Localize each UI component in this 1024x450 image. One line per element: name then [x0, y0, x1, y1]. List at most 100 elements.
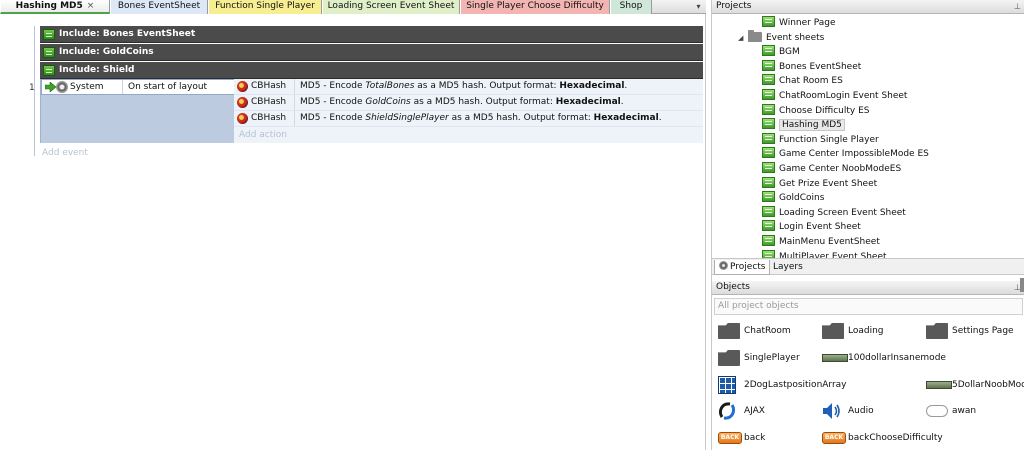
objects-search-input[interactable]: All project objects: [714, 298, 1023, 315]
tree-item[interactable]: Hashing MD5: [762, 118, 845, 132]
event-sheet-icon: [762, 162, 775, 173]
folder-icon: [718, 350, 740, 366]
array-grid-icon: [718, 376, 736, 394]
action-format: Hexadecimal: [555, 97, 621, 107]
expand-triangle-icon[interactable]: ◢: [738, 31, 748, 45]
tree-item[interactable]: MultiPlayer Event Sheet: [762, 249, 887, 258]
tab-shop[interactable]: Shop: [610, 0, 652, 14]
tree-item[interactable]: Winner Page: [762, 16, 836, 30]
tab-single-player-choose-difficulty[interactable]: Single Player Choose Difficulty: [460, 0, 610, 14]
action-param: GoldCoins: [365, 97, 411, 107]
action-text-prefix: MD5 - Encode: [300, 97, 366, 107]
object-label: 100dollarInsanemode: [848, 353, 946, 363]
tab-function-single-player[interactable]: Function Single Player: [208, 0, 322, 14]
panel-title: Objects: [716, 282, 751, 292]
ajax-icon: [718, 401, 736, 421]
tree-item[interactable]: BGM: [762, 45, 800, 59]
tree-item-label: Login Event Sheet: [779, 222, 861, 233]
tree-item-label: ChatRoomLogin Event Sheet: [779, 91, 908, 101]
event-sheet-icon: [762, 249, 775, 258]
object-label: backChooseDifficulty: [848, 433, 943, 443]
object-label: 5DollarNoobMod: [952, 380, 1024, 390]
action-text-middle: as a MD5 hash. Output format:: [410, 97, 556, 107]
close-icon[interactable]: ×: [87, 1, 95, 11]
object-label: Settings Page: [952, 326, 1014, 336]
green-arrow-icon: [45, 82, 56, 92]
tree-folder-event-sheets[interactable]: ◢ Event sheets: [738, 29, 824, 45]
back-button-icon: BACK: [822, 432, 846, 444]
tree-item[interactable]: Function Single Player: [762, 132, 879, 147]
action-text-middle: as a MD5 hash. Output format:: [414, 81, 560, 91]
divider: [294, 95, 295, 110]
tab-layers[interactable]: Layers: [769, 260, 807, 275]
tab-label: Bones EventSheet: [117, 1, 201, 11]
tree-item-label: Game Center ImpossibleMode ES: [779, 149, 929, 160]
tab-projects[interactable]: Projects: [714, 260, 771, 275]
event-block[interactable]: System On start of layout CBHash MD5 - E…: [40, 79, 703, 143]
object-label: Audio: [848, 406, 874, 416]
panel-title: Projects: [716, 1, 752, 11]
actions-area[interactable]: CBHash MD5 - Encode TotalBones as a MD5 …: [234, 79, 703, 143]
action-object: CBHash: [251, 113, 287, 123]
tree-item[interactable]: Chat Room ES: [762, 74, 843, 88]
action-text-prefix: MD5 - Encode: [300, 113, 366, 123]
tab-loading-screen-event-sheet[interactable]: Loading Screen Event Sheet: [322, 0, 460, 14]
event-number: 1: [29, 83, 35, 93]
right-side-panels: Projects ⊥ Winner Page ◢ Event sheets BGM Bo…: [711, 0, 1024, 450]
tree-item[interactable]: Loading Screen Event Sheet: [762, 205, 906, 220]
event-sheet-icon: [762, 205, 775, 217]
back-button-icon: BACK: [718, 432, 742, 444]
event-sheet-icon: [762, 132, 775, 144]
action-row[interactable]: CBHash MD5 - Encode TotalBones as a MD5 …: [234, 79, 703, 95]
tree-item-label: Get Prize Event Sheet: [779, 178, 878, 189]
include-row[interactable]: Include: Shield: [40, 62, 703, 79]
tree-item[interactable]: Game Center NoobModeES: [762, 162, 901, 176]
tree-item-label: BGM: [779, 47, 800, 58]
event-sheet-icon: [762, 59, 775, 71]
action-text-suffix: .: [620, 97, 624, 107]
include-row[interactable]: Include: GoldCoins: [40, 44, 703, 61]
object-label: 2DogLastpositionArray: [744, 380, 847, 390]
condition-row[interactable]: System On start of layout: [41, 79, 235, 95]
cbhash-icon: [237, 81, 248, 92]
tree-item-label: MainMenu EventSheet: [779, 237, 880, 247]
include-label: Include: Shield: [59, 65, 135, 75]
tree-item[interactable]: MainMenu EventSheet: [762, 235, 880, 249]
tree-item[interactable]: Bones EventSheet: [762, 59, 861, 74]
dollar-bill-icon: [926, 381, 952, 389]
scrollbar-thumb[interactable]: [1020, 278, 1024, 292]
object-label: back: [744, 433, 766, 443]
object-label: Loading: [848, 326, 884, 336]
add-event-link[interactable]: Add event: [42, 148, 88, 158]
tree-item[interactable]: Login Event Sheet: [762, 220, 861, 234]
tab-list-dropdown-icon[interactable]: ▾: [694, 1, 703, 12]
tree-item[interactable]: ChatRoomLogin Event Sheet: [762, 89, 907, 103]
object-label: SinglePlayer: [744, 353, 800, 363]
tab-bones-eventsheet[interactable]: Bones EventSheet: [110, 0, 208, 14]
event-sheet-icon: [762, 45, 775, 57]
tree-item[interactable]: Game Center ImpossibleMode ES: [762, 147, 929, 161]
folder-icon: [926, 323, 948, 339]
tree-item-label: GoldCoins: [779, 193, 825, 204]
tree-item[interactable]: Get Prize Event Sheet: [762, 176, 878, 191]
event-sheet-icon: [762, 191, 775, 203]
action-text-suffix: .: [624, 81, 628, 91]
tree-item[interactable]: GoldCoins: [762, 191, 824, 205]
tab-label: Loading Screen Event Sheet: [327, 1, 455, 11]
action-text: MD5 - Encode GoldCoins as a MD5 hash. Ou…: [300, 97, 624, 107]
include-row[interactable]: Include: Bones EventSheet: [40, 26, 703, 43]
divider: [294, 79, 295, 94]
event-sheet-editor: Hashing MD5 × Bones EventSheet Function S…: [0, 0, 706, 450]
folder-icon: [748, 29, 762, 42]
tree-item[interactable]: Choose Difficulty ES: [762, 103, 870, 118]
tab-label: Hashing MD5: [15, 1, 83, 11]
pin-icon[interactable]: ⊥: [1014, 0, 1021, 13]
tab-hashing-md5[interactable]: Hashing MD5 ×: [0, 0, 110, 14]
condition-area[interactable]: System On start of layout: [40, 79, 235, 143]
objects-panel-header: Objects ⊥: [712, 281, 1024, 295]
action-row[interactable]: CBHash MD5 - Encode ShieldSinglePlayer a…: [234, 111, 703, 127]
add-action-link[interactable]: Add action: [239, 130, 287, 140]
action-param: TotalBones: [365, 81, 415, 91]
action-row[interactable]: CBHash MD5 - Encode GoldCoins as a MD5 h…: [234, 95, 703, 111]
action-object: CBHash: [251, 81, 287, 91]
